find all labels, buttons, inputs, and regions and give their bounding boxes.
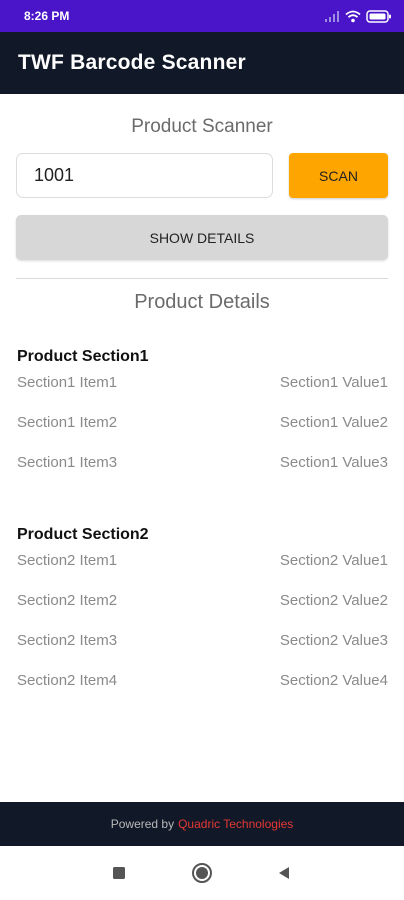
- detail-value: Section1 Value1: [279, 374, 388, 391]
- divider: [16, 278, 388, 279]
- status-bar: 8:26 PM: [0, 0, 404, 32]
- detail-value: Section2 Value3: [279, 632, 388, 649]
- detail-row: Section2 Item4 Section2 Value4: [17, 672, 388, 712]
- detail-row: Section1 Item3 Section1 Value3: [17, 454, 388, 494]
- app-bar: TWF Barcode Scanner: [0, 32, 404, 94]
- recents-button[interactable]: [108, 862, 130, 884]
- detail-value: Section2 Value1: [279, 552, 388, 569]
- back-icon: [279, 867, 289, 879]
- battery-icon: [366, 9, 391, 23]
- section-title: Product Section2: [17, 526, 149, 543]
- barcode-input[interactable]: [16, 153, 273, 198]
- detail-row: Section1 Item2 Section1 Value2: [17, 414, 388, 454]
- detail-item: Section2 Item1: [17, 552, 118, 569]
- section-title: Product Section1: [17, 348, 149, 365]
- detail-item: Section1 Item3: [17, 454, 118, 471]
- detail-value: Section1 Value2: [279, 414, 388, 431]
- detail-value: Section2 Value2: [279, 592, 388, 609]
- system-nav-bar: [0, 846, 404, 900]
- detail-item: Section1 Item1: [17, 374, 118, 391]
- show-details-button[interactable]: SHOW DETAILS: [16, 215, 388, 260]
- detail-item: Section1 Item2: [17, 414, 118, 431]
- detail-row: Section1 Item1 Section1 Value1: [17, 374, 388, 414]
- recents-icon: [113, 867, 125, 879]
- wifi-icon: [345, 10, 361, 22]
- product-section-2: Product Section2 Section2 Item1 Section2…: [17, 526, 388, 712]
- back-button[interactable]: [273, 862, 295, 884]
- detail-row: Section2 Item3 Section2 Value3: [17, 632, 388, 672]
- signal-icon: [325, 11, 339, 22]
- home-icon: [192, 863, 212, 883]
- footer-prefix: Powered by: [110, 817, 175, 831]
- home-button[interactable]: [191, 862, 213, 884]
- footer: Powered by Quadric Technologies: [0, 802, 404, 846]
- scanner-title: Product Scanner: [131, 116, 273, 137]
- footer-brand-link[interactable]: Quadric Technologies: [178, 817, 293, 831]
- detail-item: Section2 Item4: [17, 672, 118, 689]
- detail-value: Section2 Value4: [279, 672, 388, 689]
- status-time: 8:26 PM: [24, 9, 70, 23]
- detail-row: Section2 Item2 Section2 Value2: [17, 592, 388, 632]
- status-icons: [324, 9, 392, 23]
- detail-value: Section1 Value3: [279, 454, 388, 471]
- product-section-1: Product Section1 Section1 Item1 Section1…: [17, 348, 388, 494]
- detail-row: Section2 Item1 Section2 Value1: [17, 552, 388, 592]
- detail-item: Section2 Item3: [17, 632, 118, 649]
- detail-item: Section2 Item2: [17, 592, 118, 609]
- app-title: TWF Barcode Scanner: [18, 51, 246, 74]
- details-title: Product Details: [134, 291, 270, 313]
- scan-button[interactable]: SCAN: [289, 153, 388, 198]
